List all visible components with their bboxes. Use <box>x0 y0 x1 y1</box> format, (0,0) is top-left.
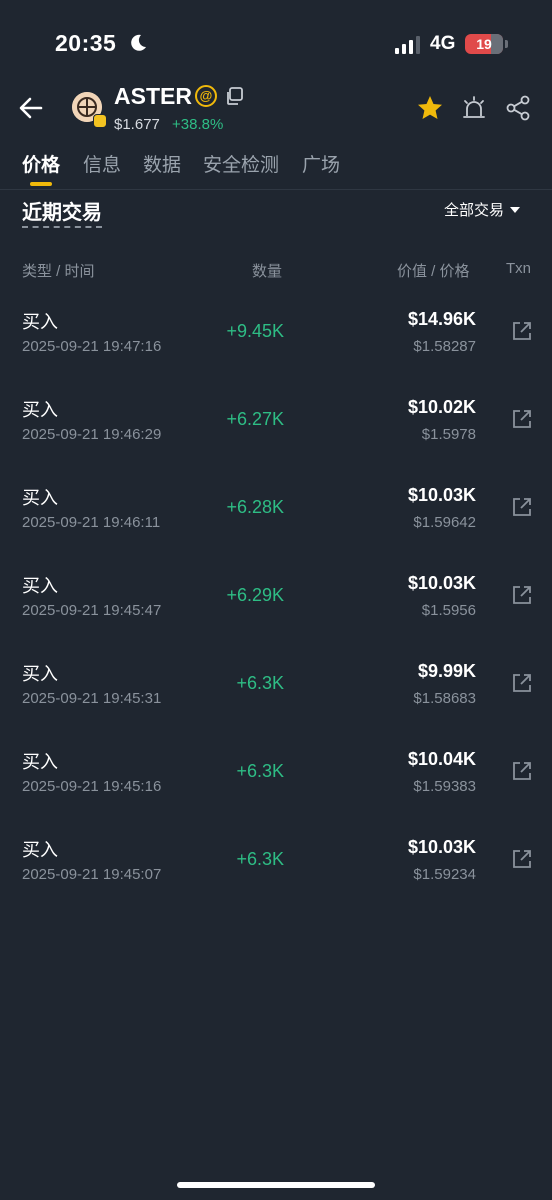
chain-badge-icon <box>93 114 107 128</box>
at-icon[interactable]: @ <box>195 85 217 107</box>
tab-price[interactable]: 价格 <box>22 150 60 177</box>
external-link-icon[interactable] <box>511 848 533 870</box>
section-title: 近期交易 <box>22 196 102 228</box>
trade-type: 买入 <box>22 664 58 684</box>
tab-square[interactable]: 广场 <box>302 150 340 177</box>
tab-data[interactable]: 数据 <box>143 150 181 177</box>
external-link-icon[interactable] <box>511 320 533 342</box>
token-name: ASTER <box>114 83 192 109</box>
column-header-txn: Txn <box>506 260 532 277</box>
status-bar: 20:35 4G 19 <box>0 0 552 80</box>
trade-type: 买入 <box>22 312 58 332</box>
column-header-type-time: 类型 / 时间 <box>22 263 95 280</box>
trade-type: 买入 <box>22 400 58 420</box>
home-indicator[interactable] <box>177 1182 375 1188</box>
copy-icon[interactable] <box>224 86 244 106</box>
caret-down-icon <box>510 206 521 213</box>
trade-value: $10.03K <box>407 837 476 857</box>
trade-time: 2025-09-21 19:47:16 <box>22 338 162 355</box>
status-time: 20:35 <box>55 30 117 56</box>
external-link-icon[interactable] <box>511 760 533 782</box>
trade-row: 买入 2025-09-21 19:45:31 +6.3K $9.99K $1.5… <box>0 652 552 740</box>
trade-price: $1.58287 <box>413 338 476 355</box>
active-tab-indicator <box>30 182 52 186</box>
trade-price: $1.59642 <box>413 514 476 531</box>
trade-time: 2025-09-21 19:45:47 <box>22 602 162 619</box>
trade-time: 2025-09-21 19:46:29 <box>22 426 162 443</box>
external-link-icon[interactable] <box>511 672 533 694</box>
trade-filter-label: 全部交易 <box>444 202 505 219</box>
network-label: 4G <box>430 33 456 54</box>
tab-info[interactable]: 信息 <box>83 150 121 177</box>
back-icon[interactable] <box>18 95 44 121</box>
trade-quantity: +6.3K <box>236 849 284 869</box>
external-link-icon[interactable] <box>511 584 533 606</box>
tab-bar: 价格 信息 数据 安全检测 广场 <box>0 148 552 190</box>
star-icon[interactable] <box>416 94 444 122</box>
trade-filter-dropdown[interactable]: 全部交易 <box>444 199 521 220</box>
trade-price: $1.5978 <box>421 426 476 443</box>
trade-quantity: +9.45K <box>226 321 284 341</box>
trade-value: $10.04K <box>407 749 476 769</box>
alert-icon[interactable] <box>461 95 487 121</box>
external-link-icon[interactable] <box>511 408 533 430</box>
trade-time: 2025-09-21 19:46:11 <box>22 514 161 531</box>
token-change: +38.8% <box>172 116 224 133</box>
trade-row: 买入 2025-09-21 19:45:16 +6.3K $10.04K $1.… <box>0 740 552 828</box>
trade-quantity: +6.3K <box>236 673 284 693</box>
trade-row: 买入 2025-09-21 19:47:16 +9.45K $14.96K $1… <box>0 300 552 388</box>
battery-nub <box>505 40 508 48</box>
battery-shade <box>491 34 503 54</box>
signal-icon <box>395 36 420 54</box>
trade-time: 2025-09-21 19:45:07 <box>22 866 162 883</box>
trade-value: $10.03K <box>407 573 476 593</box>
trade-value: $10.03K <box>407 485 476 505</box>
trade-row: 买入 2025-09-21 19:46:11 +6.28K $10.03K $1… <box>0 476 552 564</box>
trade-row: 买入 2025-09-21 19:45:47 +6.29K $10.03K $1… <box>0 564 552 652</box>
trade-price: $1.59383 <box>413 778 476 795</box>
share-icon[interactable] <box>506 95 530 121</box>
column-header-value-price: 价值 / 价格 <box>397 263 470 280</box>
trade-price: $1.5956 <box>421 602 476 619</box>
trade-type: 买入 <box>22 488 58 508</box>
column-header-quantity: 数量 <box>252 263 283 280</box>
trade-type: 买入 <box>22 840 58 860</box>
trade-value: $14.96K <box>407 309 476 329</box>
trade-row: 买入 2025-09-21 19:46:29 +6.27K $10.02K $1… <box>0 388 552 476</box>
trade-time: 2025-09-21 19:45:31 <box>22 690 162 707</box>
trade-row: 买入 2025-09-21 19:45:07 +6.3K $10.03K $1.… <box>0 828 552 916</box>
trade-value: $9.99K <box>417 661 476 681</box>
trade-quantity: +6.28K <box>226 497 284 517</box>
trade-quantity: +6.27K <box>226 409 284 429</box>
trade-value: $10.02K <box>407 397 476 417</box>
trade-type: 买入 <box>22 576 58 596</box>
battery-level: 19 <box>476 36 492 52</box>
trade-type: 买入 <box>22 752 58 772</box>
external-link-icon[interactable] <box>511 496 533 518</box>
trade-price: $1.58683 <box>413 690 476 707</box>
moon-icon <box>131 34 146 51</box>
tab-security-check[interactable]: 安全检测 <box>203 150 279 177</box>
trade-time: 2025-09-21 19:45:16 <box>22 778 162 795</box>
trade-quantity: +6.3K <box>236 761 284 781</box>
trade-price: $1.59234 <box>413 866 476 883</box>
battery-indicator: 19 <box>465 34 503 54</box>
trade-quantity: +6.29K <box>226 585 284 605</box>
token-price: $1.677 <box>114 116 160 133</box>
